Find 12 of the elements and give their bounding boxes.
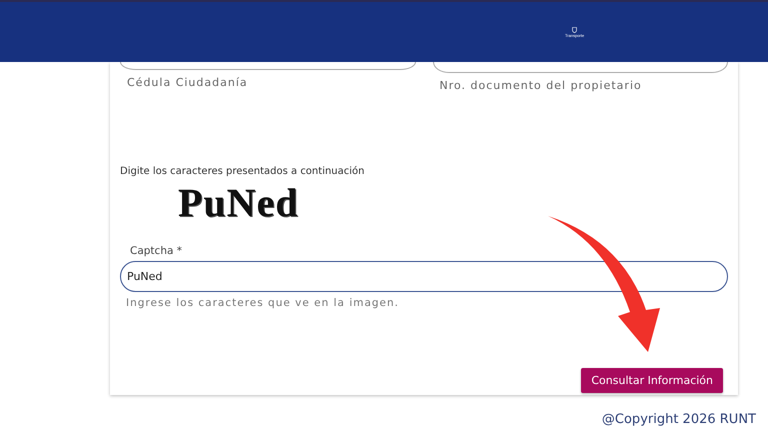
field-helper-text: Cédula Ciudadanía [127,76,249,89]
input-field[interactable] [432,62,728,73]
input-field[interactable] [120,62,416,70]
field-helper-text: Nro. documento del propietario [440,79,643,92]
captcha-label: Captcha * [130,245,182,257]
captcha-hint: Ingrese los caracteres que ve en la imagen. [126,297,400,309]
copyright-text: @Copyright 2026 RUNT [602,412,756,427]
captcha-input-field[interactable]: PuNed [120,261,728,292]
consult-button[interactable]: Consultar Información [581,368,723,393]
captcha-image: PuNed [178,181,299,225]
captcha-instruction: Digite los caracteres presentados a continuación [120,166,366,177]
shield-icon [572,26,578,32]
